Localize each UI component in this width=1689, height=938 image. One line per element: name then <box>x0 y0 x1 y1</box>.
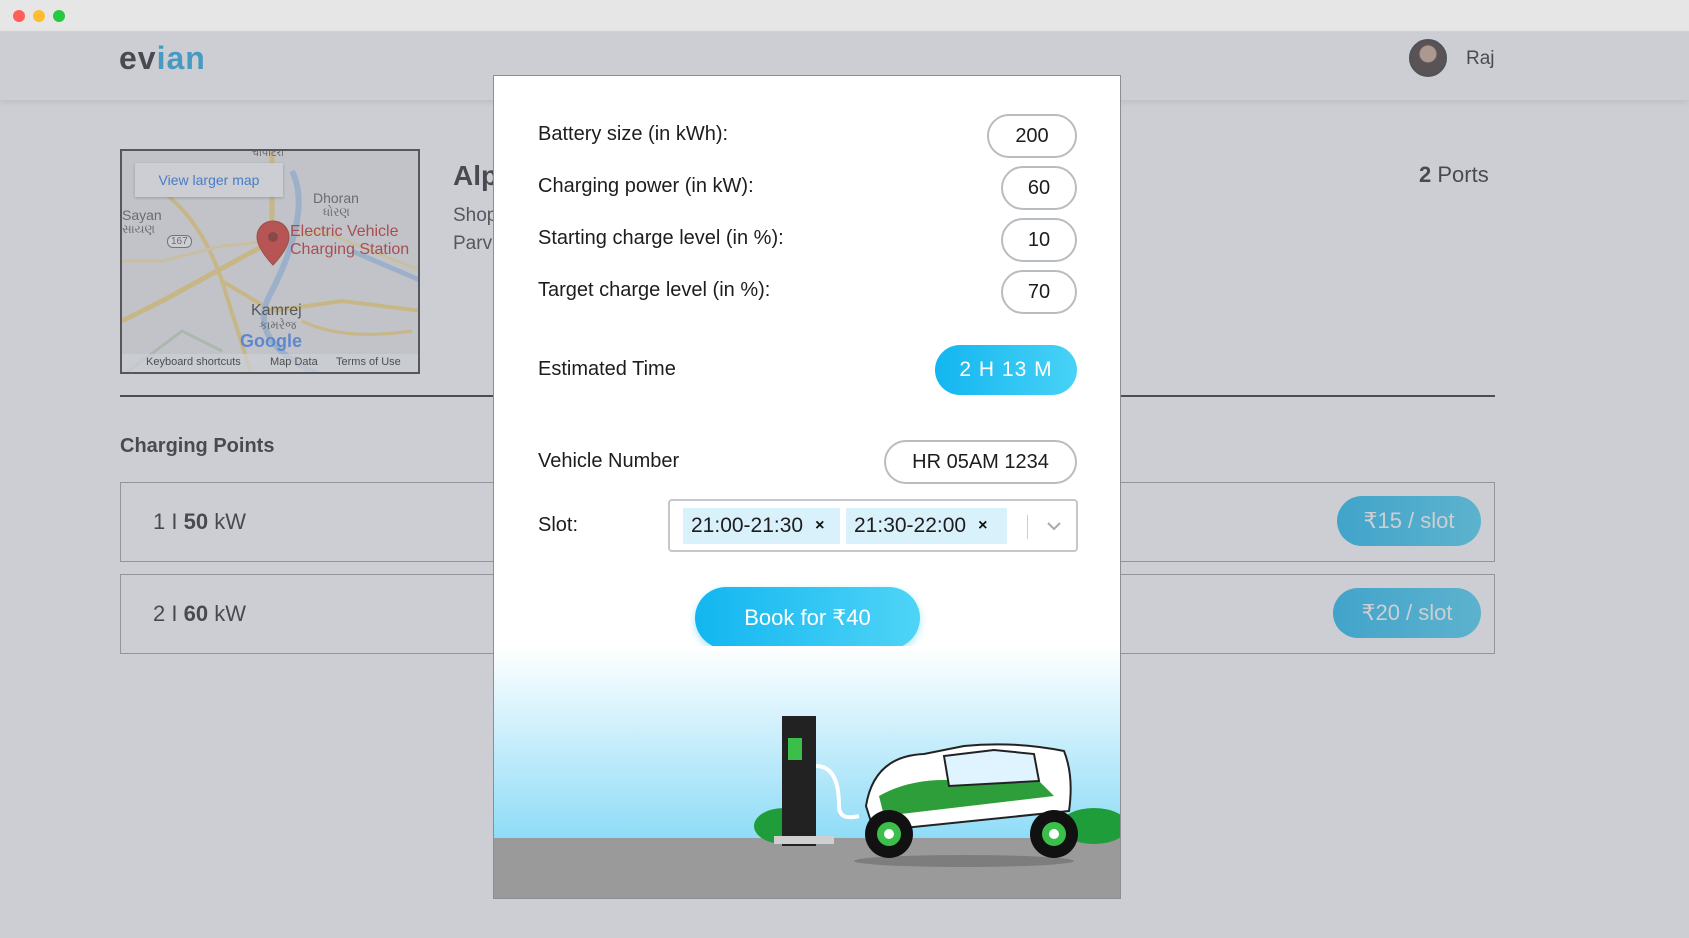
book-button[interactable]: Book for ₹40 <box>695 587 920 649</box>
maximize-window-button[interactable] <box>53 10 65 22</box>
slot-separator <box>1027 515 1028 539</box>
slot-label: Slot: <box>538 514 579 536</box>
booking-modal: Battery size (in kWh): 200 Charging powe… <box>493 75 1121 899</box>
vehicle-number-input[interactable]: HR 05AM 1234 <box>884 440 1077 484</box>
charging-car-illustration <box>494 646 1120 898</box>
browser-chrome <box>0 0 1689 32</box>
vehicle-number-label: Vehicle Number <box>538 450 680 472</box>
close-window-button[interactable] <box>13 10 25 22</box>
starting-charge-label: Starting charge level (in %): <box>538 227 784 249</box>
target-charge-input[interactable]: 70 <box>1001 270 1077 314</box>
remove-slot-icon[interactable]: × <box>815 517 824 535</box>
target-charge-label: Target charge level (in %): <box>538 279 771 301</box>
estimated-time-badge: 2 H 13 M <box>935 345 1077 395</box>
chevron-down-icon[interactable] <box>1042 511 1066 541</box>
estimated-time-label: Estimated Time <box>538 358 676 380</box>
minimize-window-button[interactable] <box>33 10 45 22</box>
starting-charge-input[interactable]: 10 <box>1001 218 1077 262</box>
charging-power-input[interactable]: 60 <box>1001 166 1077 210</box>
charging-power-label: Charging power (in kW): <box>538 175 754 197</box>
slot-chip: 21:00-21:30 × <box>683 508 840 544</box>
slot-chip: 21:30-22:00 × <box>846 508 1007 544</box>
battery-size-label: Battery size (in kWh): <box>538 123 729 145</box>
slot-multiselect[interactable]: 21:00-21:30 × 21:30-22:00 × <box>668 499 1078 552</box>
battery-size-input[interactable]: 200 <box>987 114 1077 158</box>
remove-slot-icon[interactable]: × <box>978 517 987 535</box>
